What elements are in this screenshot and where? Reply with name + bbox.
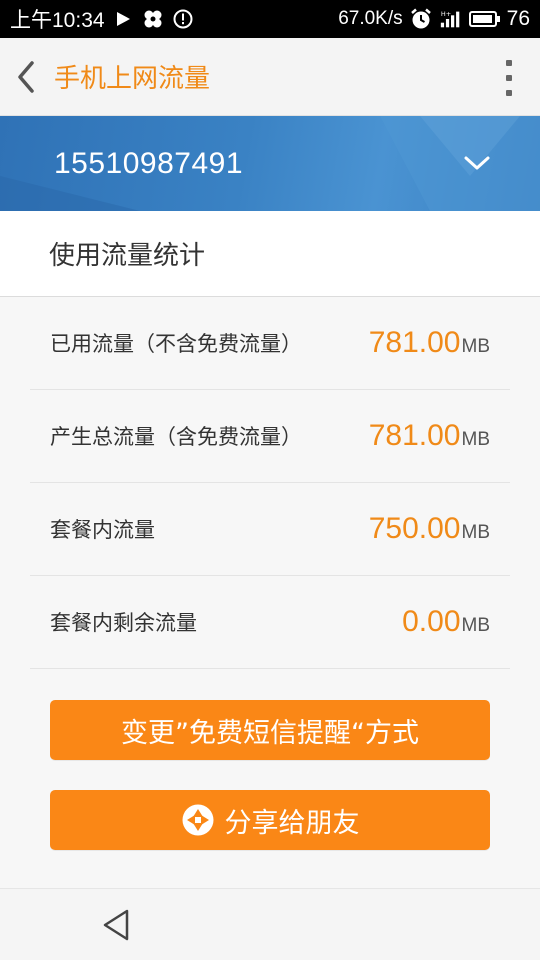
navigation-bar — [0, 888, 540, 960]
change-reminder-label: 变更”免费短信提醒“方式 — [121, 717, 419, 749]
more-vertical-icon-dot — [506, 90, 512, 96]
status-right: 67.0K/s H+ 76 — [338, 7, 530, 31]
more-options-button[interactable] — [500, 58, 518, 98]
usage-unit: MB — [461, 615, 491, 636]
usage-label: 套餐内流量 — [50, 518, 155, 542]
pinwheel-icon — [141, 7, 165, 31]
action-area: 变更”免费短信提醒“方式 分享给朋友 — [0, 670, 540, 888]
list-item: 套餐内流量 750.00 MB — [30, 483, 510, 576]
usage-value: 750.00 MB — [369, 512, 490, 546]
system-back-button[interactable] — [96, 905, 136, 945]
usage-number: 781.00 — [368, 326, 461, 359]
usage-number: 750.00 — [368, 512, 461, 545]
usage-section-header: 使用流量统计 — [0, 211, 540, 297]
usage-label: 产生总流量（含免费流量） — [50, 425, 302, 449]
usage-number: 0.00 — [402, 605, 461, 638]
signal-icon: H+ — [439, 7, 463, 31]
list-item: 产生总流量（含免费流量） 781.00 MB — [30, 390, 510, 483]
share-button[interactable]: 分享给朋友 — [50, 790, 490, 850]
battery-icon — [468, 7, 501, 31]
page-title: 手机上网流量 — [54, 64, 211, 94]
alarm-icon — [409, 7, 433, 31]
triangle-back-icon — [103, 909, 129, 941]
status-bar: 上午10:34 67.0K/s H+ 76 — [0, 0, 540, 38]
usage-value: 0.00 MB — [402, 605, 490, 639]
usage-value: 781.00 MB — [369, 419, 490, 453]
app-bar: 手机上网流量 — [0, 38, 540, 116]
usage-unit: MB — [461, 522, 491, 543]
chevron-left-icon — [18, 60, 34, 93]
account-banner[interactable]: 15510987491 — [0, 116, 540, 211]
battery-level: 76 — [506, 7, 530, 30]
usage-value: 781.00 MB — [369, 326, 490, 360]
list-item: 套餐内剩余流量 0.00 MB — [30, 576, 510, 669]
usage-number: 781.00 — [368, 419, 461, 452]
usage-label: 已用流量（不含免费流量） — [50, 332, 302, 356]
account-dropdown-button[interactable] — [462, 150, 492, 176]
chevron-down-icon — [464, 156, 490, 170]
share-label: 分享给朋友 — [224, 807, 360, 839]
status-left: 上午10:34 — [10, 4, 195, 34]
shutter-icon — [181, 803, 215, 837]
play-icon — [111, 7, 135, 31]
list-item: 已用流量（不含免费流量） 781.00 MB — [30, 297, 510, 390]
alert-icon — [171, 7, 195, 31]
usage-label: 套餐内剩余流量 — [50, 611, 197, 635]
usage-unit: MB — [461, 429, 491, 450]
usage-unit: MB — [461, 336, 491, 357]
status-time: 上午10:34 — [10, 9, 105, 32]
more-vertical-icon-dot — [506, 75, 512, 81]
phone-number: 15510987491 — [54, 146, 244, 180]
change-reminder-button[interactable]: 变更”免费短信提醒“方式 — [50, 700, 490, 760]
more-vertical-icon — [506, 60, 512, 66]
svg-text:H+: H+ — [440, 10, 450, 18]
usage-list: 已用流量（不含免费流量） 781.00 MB 产生总流量（含免费流量） 781.… — [0, 297, 540, 670]
back-button[interactable] — [0, 38, 52, 116]
section-title: 使用流量统计 — [49, 241, 206, 271]
network-speed: 67.0K/s — [338, 8, 403, 29]
